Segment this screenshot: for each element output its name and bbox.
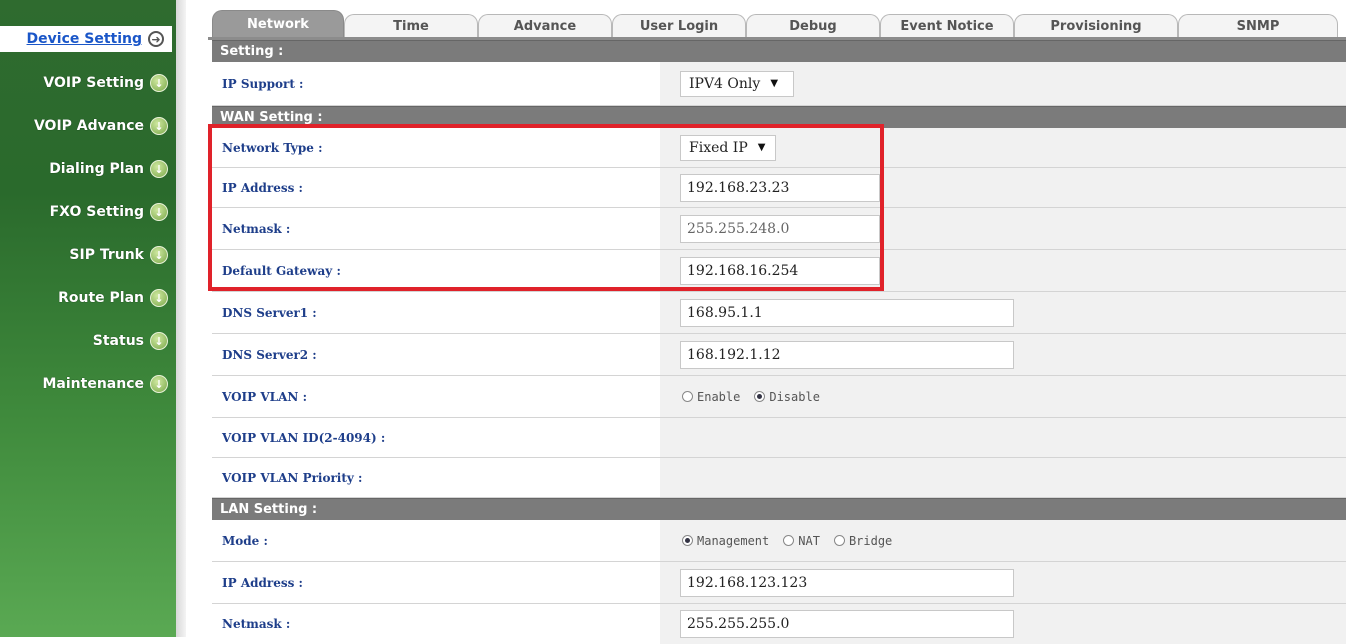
tab-event-notice[interactable]: Event Notice (880, 14, 1014, 38)
lan-netmask-input[interactable]: 255.255.255.0 (680, 610, 1014, 638)
tab-snmp[interactable]: SNMP (1178, 14, 1338, 38)
sidebar-item-route-plan[interactable]: Route Plan ↓ (58, 285, 168, 311)
lan-ip-address-input[interactable]: 192.168.123.123 (680, 568, 1014, 597)
sidebar-divider (176, 0, 186, 637)
row-voip-vlan-priority: VOIP VLAN Priority : (212, 458, 1346, 498)
sidebar-item-fxo-setting[interactable]: FXO Setting ↓ (50, 199, 168, 225)
lan-netmask-label: Netmask : (222, 617, 291, 631)
network-settings-panel: Setting : IP Support : IPV4 Only ▼ WAN S… (212, 40, 1346, 644)
tab-provisioning[interactable]: Provisioning (1014, 14, 1178, 38)
section-header-lan: LAN Setting : (212, 498, 1346, 520)
tab-time[interactable]: Time (344, 14, 478, 38)
dns-server1-label: DNS Server1 : (222, 305, 317, 320)
row-voip-vlan: VOIP VLAN : Enable Disable (212, 376, 1346, 418)
down-arrow-circle-icon: ↓ (150, 332, 168, 350)
row-lan-mode: Mode : Management NAT Bridge (212, 520, 1346, 562)
sidebar-item-dialing-plan[interactable]: Dialing Plan ↓ (49, 156, 168, 182)
sidebar-item-label: Route Plan (58, 290, 144, 306)
row-dns-server2: DNS Server2 : 168.192.1.12 (212, 334, 1346, 376)
chevron-down-icon: ▼ (770, 78, 779, 89)
dns-server2-label: DNS Server2 : (222, 347, 317, 362)
sidebar-item-label: Status (92, 333, 144, 349)
voip-vlan-disable-radio[interactable]: Disable (754, 390, 820, 404)
row-default-gateway: Default Gateway : 192.168.16.254 (212, 250, 1346, 292)
voip-vlan-label: VOIP VLAN : (222, 389, 308, 404)
sidebar-item-voip-setting[interactable]: VOIP Setting ↓ (43, 70, 168, 96)
row-voip-vlan-id: VOIP VLAN ID(2-4094) : (212, 418, 1346, 458)
row-lan-ip-address: IP Address : 192.168.123.123 (212, 562, 1346, 604)
radio-checked-icon (754, 391, 766, 402)
ip-support-value: IPV4 Only (689, 75, 761, 92)
dns-server1-input[interactable]: 168.95.1.1 (680, 298, 1014, 327)
section-header-wan: WAN Setting : (212, 106, 1346, 128)
tab-bar: Network Time Advance User Login Debug Ev… (208, 10, 1338, 38)
sidebar-item-label: Maintenance (42, 376, 144, 392)
radio-unchecked-icon (783, 535, 795, 546)
section-header-setting: Setting : (212, 40, 1346, 62)
voip-vlan-radio-group: Enable Disable (682, 390, 820, 404)
wan-ip-address-label: IP Address : (222, 180, 303, 195)
lan-mode-label: Mode : (222, 533, 268, 548)
wan-netmask-label: Netmask : (222, 221, 291, 236)
wan-ip-address-input[interactable]: 192.168.23.23 (680, 173, 880, 202)
row-network-type: Network Type : Fixed IP ▼ (212, 128, 1346, 168)
tab-user-login[interactable]: User Login (612, 14, 746, 38)
sidebar-item-label: VOIP Setting (43, 75, 144, 91)
ip-support-select[interactable]: IPV4 Only ▼ (680, 70, 794, 97)
default-gateway-input[interactable]: 192.168.16.254 (680, 256, 880, 285)
down-arrow-circle-icon: ↓ (150, 74, 168, 92)
lan-mode-radio-group: Management NAT Bridge (682, 534, 892, 548)
chevron-down-icon: ▼ (757, 142, 766, 153)
default-gateway-label: Default Gateway : (222, 263, 341, 278)
sidebar-item-label: Dialing Plan (49, 161, 144, 177)
sidebar-item-device-setting[interactable]: Device Setting ➜ (0, 26, 172, 52)
tab-debug[interactable]: Debug (746, 14, 880, 38)
dns-server2-input[interactable]: 168.192.1.12 (680, 340, 1014, 369)
down-arrow-circle-icon: ↓ (150, 246, 168, 264)
tab-advance[interactable]: Advance (478, 14, 612, 38)
sidebar-item-voip-advance[interactable]: VOIP Advance ↓ (34, 113, 168, 139)
sidebar-item-label: VOIP Advance (33, 118, 144, 134)
row-wan-netmask: Netmask : 255.255.248.0 (212, 208, 1346, 250)
sidebar-item-label: Device Setting (26, 31, 142, 47)
ip-support-label: IP Support : (222, 76, 304, 91)
radio-unchecked-icon (682, 391, 693, 402)
row-dns-server1: DNS Server1 : 168.95.1.1 (212, 292, 1346, 334)
row-wan-ip-address: IP Address : 192.168.23.23 (212, 168, 1346, 208)
row-lan-netmask: Netmask : 255.255.255.0 (212, 604, 1346, 644)
lan-mode-management-radio[interactable]: Management (682, 534, 769, 548)
voip-vlan-id-label: VOIP VLAN ID(2-4094) : (222, 430, 386, 445)
radio-unchecked-icon (833, 535, 845, 546)
sidebar: Device Setting ➜ VOIP Setting ↓ VOIP Adv… (0, 0, 178, 637)
down-arrow-circle-icon: ↓ (150, 289, 168, 307)
voip-vlan-priority-label: VOIP VLAN Priority : (222, 470, 363, 485)
down-arrow-circle-icon: ↓ (150, 117, 168, 135)
lan-mode-bridge-radio[interactable]: Bridge (833, 534, 892, 548)
sidebar-item-status[interactable]: Status ↓ (93, 328, 168, 354)
tab-network[interactable]: Network (212, 10, 344, 38)
wan-netmask-input[interactable]: 255.255.248.0 (680, 214, 880, 243)
voip-vlan-enable-radio[interactable]: Enable (682, 390, 740, 404)
right-arrow-circle-icon: ➜ (148, 31, 164, 47)
down-arrow-circle-icon: ↓ (150, 203, 168, 221)
network-type-value: Fixed IP (689, 139, 748, 156)
sidebar-item-sip-trunk[interactable]: SIP Trunk ↓ (69, 242, 168, 268)
sidebar-item-label: FXO Setting (49, 204, 144, 220)
sidebar-item-maintenance[interactable]: Maintenance ↓ (42, 371, 168, 397)
radio-checked-icon (682, 535, 693, 546)
down-arrow-circle-icon: ↓ (150, 375, 168, 393)
lan-mode-nat-radio[interactable]: NAT (783, 534, 820, 548)
row-ip-support: IP Support : IPV4 Only ▼ (212, 62, 1346, 106)
sidebar-item-label: SIP Trunk (69, 247, 144, 263)
lan-ip-address-label: IP Address : (222, 575, 303, 590)
network-type-select[interactable]: Fixed IP ▼ (680, 134, 776, 161)
network-type-label: Network Type : (222, 140, 323, 155)
down-arrow-circle-icon: ↓ (150, 160, 168, 178)
